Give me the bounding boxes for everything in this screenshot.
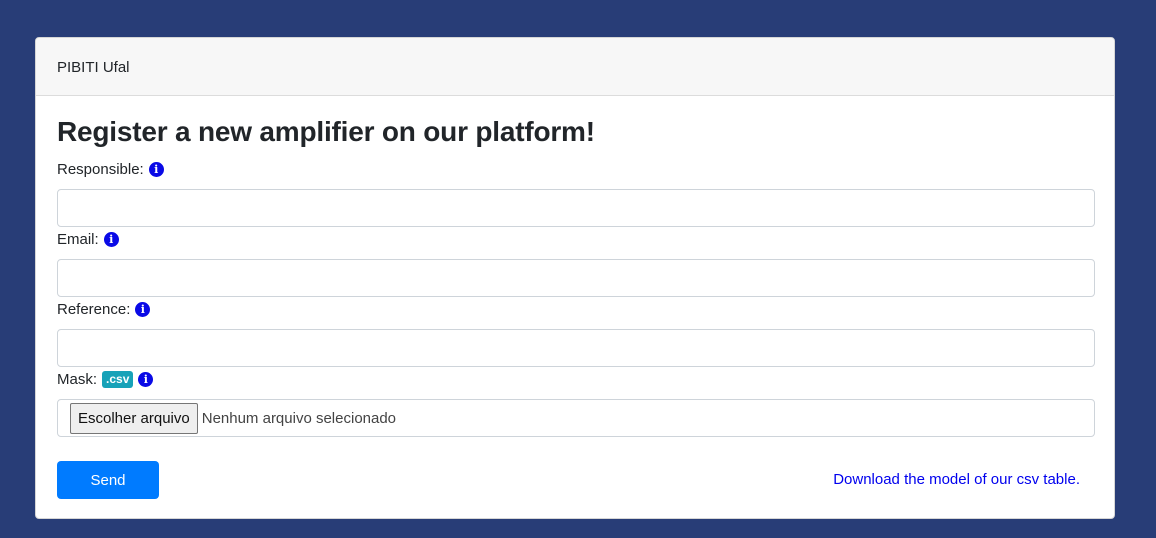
card-header: PIBITI Ufal — [36, 38, 1114, 96]
email-input[interactable] — [57, 259, 1095, 297]
email-label: Email: i — [57, 229, 119, 249]
csv-badge: .csv — [102, 370, 134, 388]
responsible-label-text: Responsible: — [57, 160, 144, 178]
mask-label: Mask: .csv i — [57, 369, 154, 389]
info-icon[interactable]: i — [103, 231, 119, 247]
responsible-label: Responsible: i — [57, 159, 164, 179]
responsible-input[interactable] — [57, 189, 1095, 227]
reference-label-text: Reference: — [57, 300, 131, 318]
download-csv-model-link[interactable]: Download the model of our csv table. — [833, 471, 1080, 488]
header-title: PIBITI Ufal — [57, 59, 130, 76]
register-card: PIBITI Ufal Register a new amplifier on … — [35, 37, 1115, 519]
send-button[interactable]: Send — [57, 461, 159, 499]
file-status: Nenhum arquivo selecionado — [201, 409, 397, 427]
mask-file-input[interactable]: Escolher arquivo Nenhum arquivo selecion… — [57, 399, 1095, 437]
info-icon[interactable]: i — [148, 161, 164, 177]
reference-input[interactable] — [57, 329, 1095, 367]
email-label-text: Email: — [57, 230, 99, 248]
mask-label-text: Mask: — [57, 370, 98, 388]
page-title: Register a new amplifier on our platform… — [57, 116, 595, 147]
reference-label: Reference: i — [57, 299, 151, 319]
info-icon[interactable]: i — [135, 301, 151, 317]
choose-file-button[interactable]: Escolher arquivo — [70, 402, 198, 434]
info-icon[interactable]: i — [138, 371, 154, 387]
